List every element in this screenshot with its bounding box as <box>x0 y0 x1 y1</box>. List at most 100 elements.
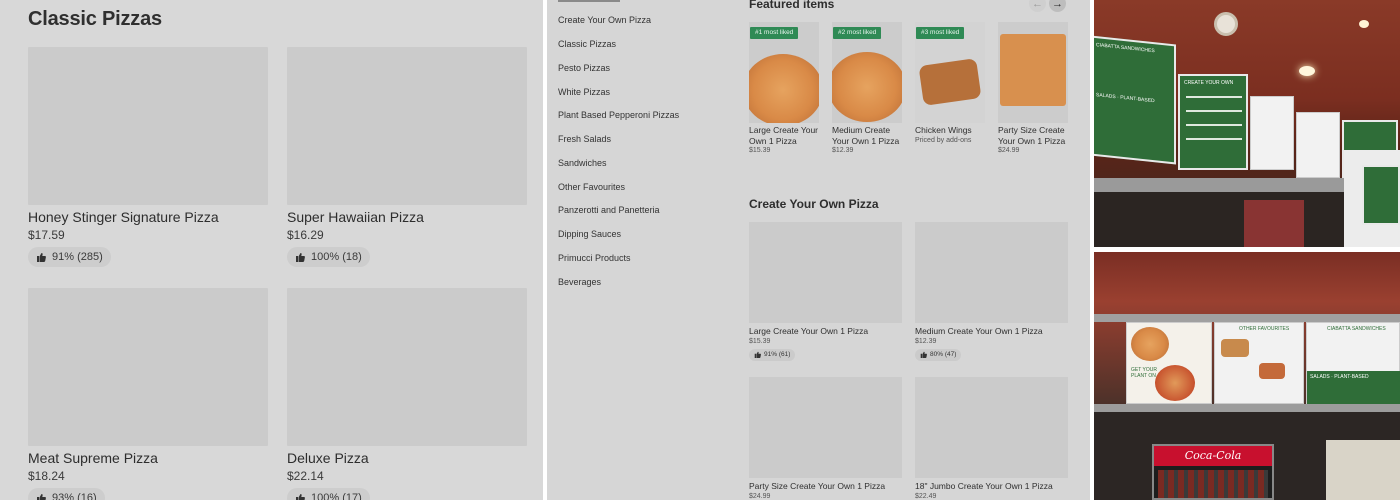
item-image: #2 most liked <box>832 22 902 123</box>
rating-badge: 100% (17) <box>287 488 370 500</box>
category-link-beverages[interactable]: Beverages <box>558 277 601 287</box>
rating-text: 91% (285) <box>52 251 103 263</box>
menu-board-panel <box>1296 112 1340 178</box>
item-image <box>28 288 268 446</box>
chicken-wings-image <box>918 58 982 106</box>
rating-text: 93% (16) <box>52 492 97 500</box>
ceiling-speaker <box>1214 12 1238 36</box>
item-price: $18.24 <box>28 469 65 483</box>
item-name: Large Create Your Own 1 Pizza <box>749 326 869 336</box>
menu-board-photo-top: CIABATTA SANDWICHES SALADS · PLANT-BASED… <box>1094 0 1400 247</box>
most-liked-tag: #1 most liked <box>750 27 799 39</box>
menu-panel: Create Your Own Pizza Classic Pizzas Pes… <box>547 0 1090 500</box>
item-price: $24.99 <box>749 493 771 500</box>
rating-badge: 80% (47) <box>915 348 962 361</box>
category-link-panzerotti[interactable]: Panzerotti and Panetteria <box>558 205 660 215</box>
menu-board-other-favourites: OTHER FAVOURITES <box>1214 322 1304 404</box>
coca-cola-logo: Coca-Cola <box>1154 446 1272 466</box>
category-link-sandwiches[interactable]: Sandwiches <box>558 158 607 168</box>
menu-board-photo-bottom: GET YOUR PLANT ON OTHER FAVOURITES CIABA… <box>1094 252 1400 500</box>
item-image: #3 most liked <box>915 22 985 123</box>
menu-board-ciabatta: CIABATTA SANDWICHES SALADS · PLANT-BASED <box>1306 322 1400 405</box>
carousel-next-button[interactable]: → <box>1049 0 1066 12</box>
menu-item-card[interactable]: Super Hawaiian Pizza $16.29 100% (18) <box>287 47 527 267</box>
ceiling-light <box>1359 20 1369 28</box>
board-rail <box>1094 314 1400 322</box>
item-price: $22.14 <box>287 469 324 483</box>
most-liked-tag: #3 most liked <box>916 27 965 39</box>
menu-item-card[interactable]: Party Size Create Your Own 1 Pizza $24.9… <box>749 377 902 500</box>
category-link-classic-pizzas[interactable]: Classic Pizzas <box>558 39 616 49</box>
item-price: $16.29 <box>287 228 324 242</box>
pizza-image <box>749 54 819 123</box>
rating-text: 80% (47) <box>930 351 957 358</box>
category-link-fresh-salads[interactable]: Fresh Salads <box>558 134 611 144</box>
board-heading: CREATE YOUR OWN <box>1184 80 1234 86</box>
rating-badge: 93% (16) <box>28 488 105 500</box>
thumbs-up-icon <box>37 253 46 262</box>
board-heading: CIABATTA SANDWICHES <box>1327 326 1386 332</box>
storefront-photos: CIABATTA SANDWICHES SALADS · PLANT-BASED… <box>1094 0 1400 500</box>
item-price: $15.39 <box>749 147 771 154</box>
menu-board-plant-on: GET YOUR PLANT ON <box>1126 322 1212 404</box>
rating-text: 100% (18) <box>311 251 362 263</box>
kitchen-hood <box>1326 440 1400 500</box>
category-link-other-favourites[interactable]: Other Favourites <box>558 182 625 192</box>
menu-item-card[interactable]: Meat Supreme Pizza $18.24 93% (16) <box>28 288 268 500</box>
category-link-create-your-own[interactable]: Create Your Own Pizza <box>558 15 651 25</box>
item-image <box>998 22 1068 123</box>
rating-badge: 91% (61) <box>749 348 796 361</box>
thumbs-up-icon <box>296 253 305 262</box>
menu-item-card[interactable]: Medium Create Your Own 1 Pizza $12.39 80… <box>915 222 1068 363</box>
featured-item-card[interactable]: #1 most liked Large Create Your Own 1 Pi… <box>749 22 819 154</box>
featured-item-card[interactable]: #3 most liked Chicken Wings Priced by ad… <box>915 22 985 144</box>
menu-item-card[interactable]: Deluxe Pizza $22.14 100% (17) <box>287 288 527 500</box>
item-image <box>287 47 527 205</box>
item-name: Honey Stinger Signature Pizza <box>28 209 219 225</box>
menu-item-card[interactable]: Large Create Your Own 1 Pizza $15.39 91%… <box>749 222 902 363</box>
item-price: $12.39 <box>915 338 937 345</box>
category-link-plant-based[interactable]: Plant Based Pepperoni Pizzas <box>558 110 679 120</box>
poster-the-garage <box>1362 165 1400 225</box>
rating-badge: 100% (18) <box>287 247 370 267</box>
item-name: Chicken Wings <box>915 125 972 135</box>
item-name: Super Hawaiian Pizza <box>287 209 424 225</box>
screenshot-collage: Classic Pizzas Honey Stinger Signature P… <box>0 0 1400 500</box>
item-image <box>915 377 1068 478</box>
featured-title: Featured items <box>749 0 835 11</box>
menu-item-card[interactable]: 18" Jumbo Create Your Own 1 Pizza $22.49 <box>915 377 1068 500</box>
item-price: $12.39 <box>832 147 854 154</box>
category-link-dipping-sauces[interactable]: Dipping Sauces <box>558 229 621 239</box>
item-name: Medium Create Your Own 1 Pizza <box>832 125 900 146</box>
item-price: $17.59 <box>28 228 65 242</box>
item-name: Deluxe Pizza <box>287 450 369 466</box>
carousel-prev-button[interactable]: ← <box>1029 0 1046 12</box>
section-title: Create Your Own Pizza <box>749 197 879 211</box>
thumbs-up-icon <box>754 351 761 358</box>
pizza-image <box>832 52 902 122</box>
rating-text: 100% (17) <box>311 492 362 500</box>
item-image <box>749 222 902 323</box>
thumbs-up-icon <box>37 494 46 500</box>
item-image <box>749 377 902 478</box>
category-link-pesto-pizzas[interactable]: Pesto Pizzas <box>558 63 610 73</box>
featured-item-card[interactable]: #2 most liked Medium Create Your Own 1 P… <box>832 22 902 154</box>
item-price: $22.49 <box>915 493 937 500</box>
category-link-white-pizzas[interactable]: White Pizzas <box>558 87 610 97</box>
rating-badge: 91% (285) <box>28 247 111 267</box>
menu-board-panel <box>1250 96 1294 170</box>
menu-item-card[interactable]: Honey Stinger Signature Pizza $17.59 91%… <box>28 47 268 267</box>
item-name: Large Create Your Own 1 Pizza <box>749 125 818 146</box>
beverage-fridge: Coca-Cola <box>1152 444 1274 500</box>
board-rail <box>1094 404 1400 412</box>
item-image <box>915 222 1068 323</box>
item-name: Party Size Create Your Own 1 Pizza <box>998 125 1066 146</box>
featured-item-card[interactable]: Party Size Create Your Own 1 Pizza $24.9… <box>998 22 1068 154</box>
thumbs-up-icon <box>920 351 927 358</box>
section-title: Classic Pizzas <box>28 8 162 30</box>
classic-pizzas-panel: Classic Pizzas Honey Stinger Signature P… <box>0 0 543 500</box>
kitchen-equipment <box>1244 200 1304 247</box>
menu-board-ciabatta: CIABATTA SANDWICHES SALADS · PLANT-BASED <box>1094 35 1176 165</box>
item-name: Party Size Create Your Own 1 Pizza <box>749 481 886 491</box>
category-link-primucci[interactable]: Primucci Products <box>558 253 631 263</box>
